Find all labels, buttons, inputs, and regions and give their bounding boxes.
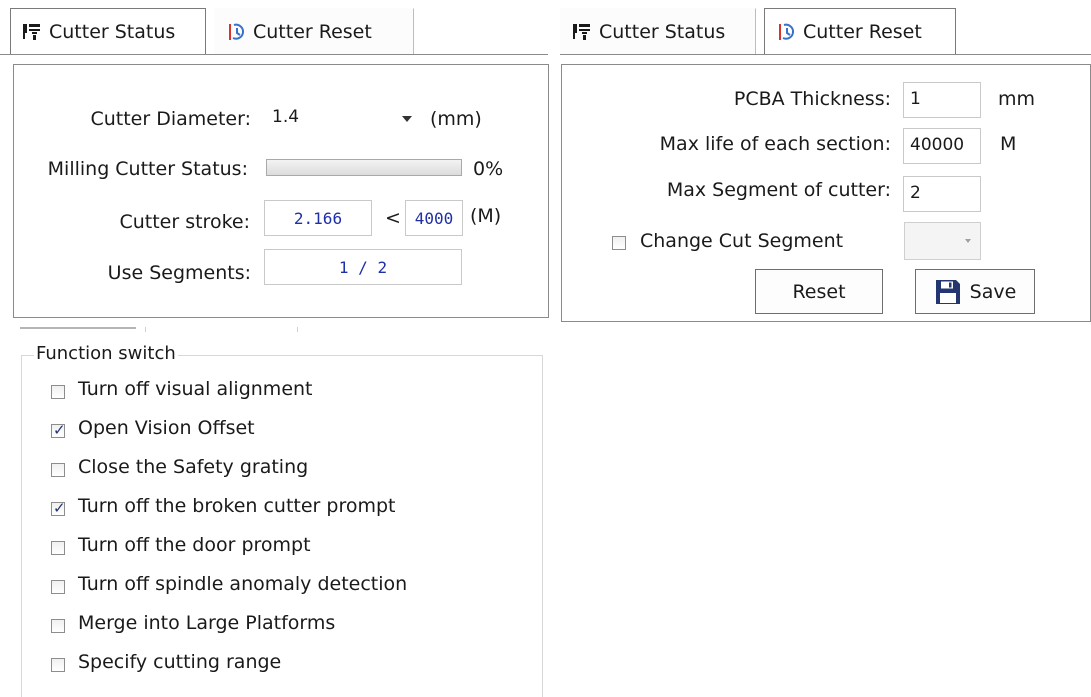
cutter-stroke-max: 4000 [405, 200, 463, 236]
function-switch-label: Open Vision Offset [78, 417, 255, 439]
function-switch-label: Close the Safety grating [78, 456, 309, 478]
cutter-diameter-value: 1.4 [272, 107, 300, 127]
cutter-diameter-select[interactable]: 1.4 [264, 100, 424, 134]
tab-label: Cutter Status [49, 20, 176, 43]
hidden-tab-edge [20, 327, 136, 329]
max-life-input[interactable]: 40000 [903, 128, 981, 164]
cutter-stroke-value: 2.166 [264, 200, 372, 236]
function-switch-checkbox[interactable] [51, 580, 65, 594]
milling-status-percent: 0% [473, 158, 504, 180]
function-switch-checkbox[interactable]: ✓ [51, 499, 66, 517]
change-cut-segment-select[interactable] [904, 222, 981, 260]
cutter-status-icon [21, 21, 43, 43]
checkmark-icon: ✓ [53, 421, 66, 439]
use-segments-value: 1 / 2 [264, 249, 462, 285]
change-cut-segment-label: Change Cut Segment [640, 230, 844, 252]
function-switch-checkbox[interactable] [51, 385, 65, 399]
max-life-unit: M [1000, 133, 1017, 155]
cutter-stroke-unit: (M) [470, 205, 502, 227]
chevron-down-icon [402, 116, 412, 122]
reset-button-label: Reset [792, 280, 846, 303]
cutter-status-icon [571, 21, 593, 43]
chevron-down-icon [965, 239, 971, 243]
tab-cutter-status-right[interactable]: Cutter Status [560, 8, 756, 54]
cutter-reset-icon [775, 21, 797, 43]
use-segments-label: Use Segments: [107, 262, 251, 284]
save-button-label: Save [969, 280, 1017, 303]
cutter-reset-icon [225, 21, 247, 43]
checkmark-icon: ✓ [53, 499, 66, 517]
max-segment-input[interactable]: 2 [903, 176, 981, 212]
cutter-stroke-compare: < [385, 207, 401, 229]
tab-cutter-reset-left[interactable]: Cutter Reset [214, 8, 414, 54]
function-switch-title: Function switch [34, 343, 178, 364]
pcba-thickness-unit: mm [998, 88, 1036, 110]
reset-button[interactable]: Reset [755, 269, 883, 314]
floppy-disk-icon [934, 278, 962, 306]
function-switch-checkbox[interactable] [51, 463, 65, 477]
milling-status-label: Milling Cutter Status: [47, 158, 248, 180]
function-switch-checkbox[interactable] [51, 658, 65, 672]
function-switch-group [21, 355, 543, 697]
tab-cutter-status-left[interactable]: Cutter Status [10, 8, 206, 54]
function-switch-label: Specify cutting range [78, 651, 282, 673]
function-switch-label: Merge into Large Platforms [78, 612, 336, 634]
function-switch-checkbox[interactable] [51, 541, 65, 555]
function-switch-label: Turn off the broken cutter prompt [78, 495, 396, 517]
tab-label: Cutter Status [599, 20, 726, 43]
function-switch-label: Turn off visual alignment [78, 378, 313, 400]
pcba-thickness-input[interactable]: 1 [903, 82, 981, 118]
tab-label: Cutter Reset [253, 20, 372, 43]
cutter-diameter-label: Cutter Diameter: [90, 108, 251, 130]
cutter-diameter-unit: (mm) [430, 108, 482, 130]
hidden-tab-edge [145, 327, 146, 332]
function-switch-label: Turn off the door prompt [78, 534, 311, 556]
save-button[interactable]: Save [915, 269, 1035, 314]
function-switch-label: Turn off spindle anomaly detection [78, 573, 408, 595]
change-cut-segment-checkbox[interactable] [612, 236, 626, 250]
cutter-stroke-label: Cutter stroke: [119, 211, 250, 233]
tab-cutter-reset-right[interactable]: Cutter Reset [764, 8, 956, 54]
pcba-thickness-label: PCBA Thickness: [733, 88, 891, 110]
function-switch-checkbox[interactable] [51, 619, 65, 633]
max-life-label: Max life of each section: [659, 133, 891, 155]
milling-status-progress [266, 159, 462, 176]
max-segment-label: Max Segment of cutter: [666, 179, 891, 201]
hidden-tab-edge [297, 327, 298, 332]
function-switch-checkbox[interactable]: ✓ [51, 421, 66, 439]
tab-label: Cutter Reset [803, 20, 922, 43]
